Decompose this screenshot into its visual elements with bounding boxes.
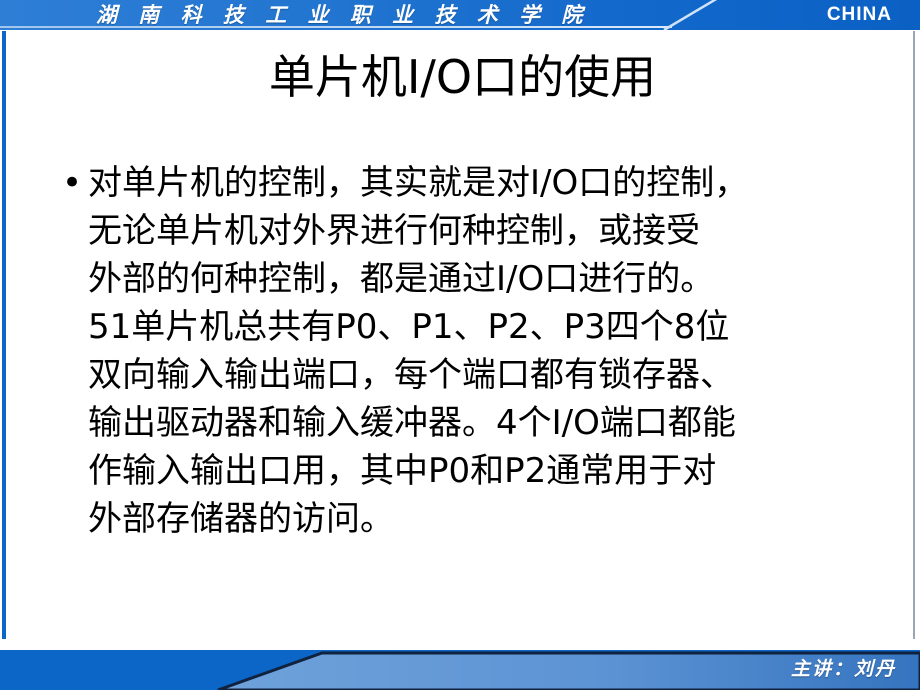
footer-parallelogram-shape bbox=[217, 651, 920, 690]
body-line: 无论单片机对外界进行何种控制，或接受 bbox=[88, 211, 700, 251]
body-line: 对单片机的控制，其实就是对I/O口的控制， bbox=[88, 163, 749, 203]
body-line: 外部的何种控制，都是通过I/O口进行的。 bbox=[88, 259, 715, 299]
slide-footer-bar: 主讲：刘丹 bbox=[0, 650, 920, 690]
bullet-marker-icon: • bbox=[62, 163, 83, 203]
bullet-list-item: • 对单片机的控制，其实就是对I/O口的控制， 无论单片机对外界进行何种控制，或… bbox=[58, 159, 894, 543]
slide-title: 单片机I/O口的使用 bbox=[268, 50, 657, 104]
bullet-paragraph: 对单片机的控制，其实就是对I/O口的控制， 无论单片机对外界进行何种控制，或接受… bbox=[88, 159, 894, 543]
slide-content-frame: 单片机I/O口的使用 • 对单片机的控制，其实就是对I/O口的控制， 无论单片机… bbox=[2, 31, 915, 639]
body-line: 51单片机总共有P0、P1、P2、P3四个8位 bbox=[88, 307, 730, 347]
slide-header-bar: 湖 南 科 技 工 业 职 业 技 术 学 院 CHINA bbox=[0, 0, 920, 30]
presenter-label: 主讲：刘丹 bbox=[790, 658, 896, 680]
presentation-slide: 湖 南 科 技 工 业 职 业 技 术 学 院 CHINA 单片机I/O口的使用… bbox=[0, 0, 920, 690]
slide-body: • 对单片机的控制，其实就是对I/O口的控制， 无论单片机对外界进行何种控制，或… bbox=[58, 159, 894, 543]
header-diagonal-accent-icon bbox=[663, 0, 718, 30]
header-underline-rule bbox=[0, 26, 672, 28]
body-line: 双向输入输出端口，每个端口都有锁存器、 bbox=[88, 355, 734, 395]
body-line: 外部存储器的访问。 bbox=[88, 499, 394, 539]
country-label: CHINA bbox=[826, 4, 892, 25]
footer-spacer bbox=[0, 639, 920, 650]
body-line: 输出驱动器和输入缓冲器。4个I/O端口都能 bbox=[88, 403, 736, 443]
body-line: 作输入输出口用，其中P0和P2通常用于对 bbox=[88, 451, 717, 491]
